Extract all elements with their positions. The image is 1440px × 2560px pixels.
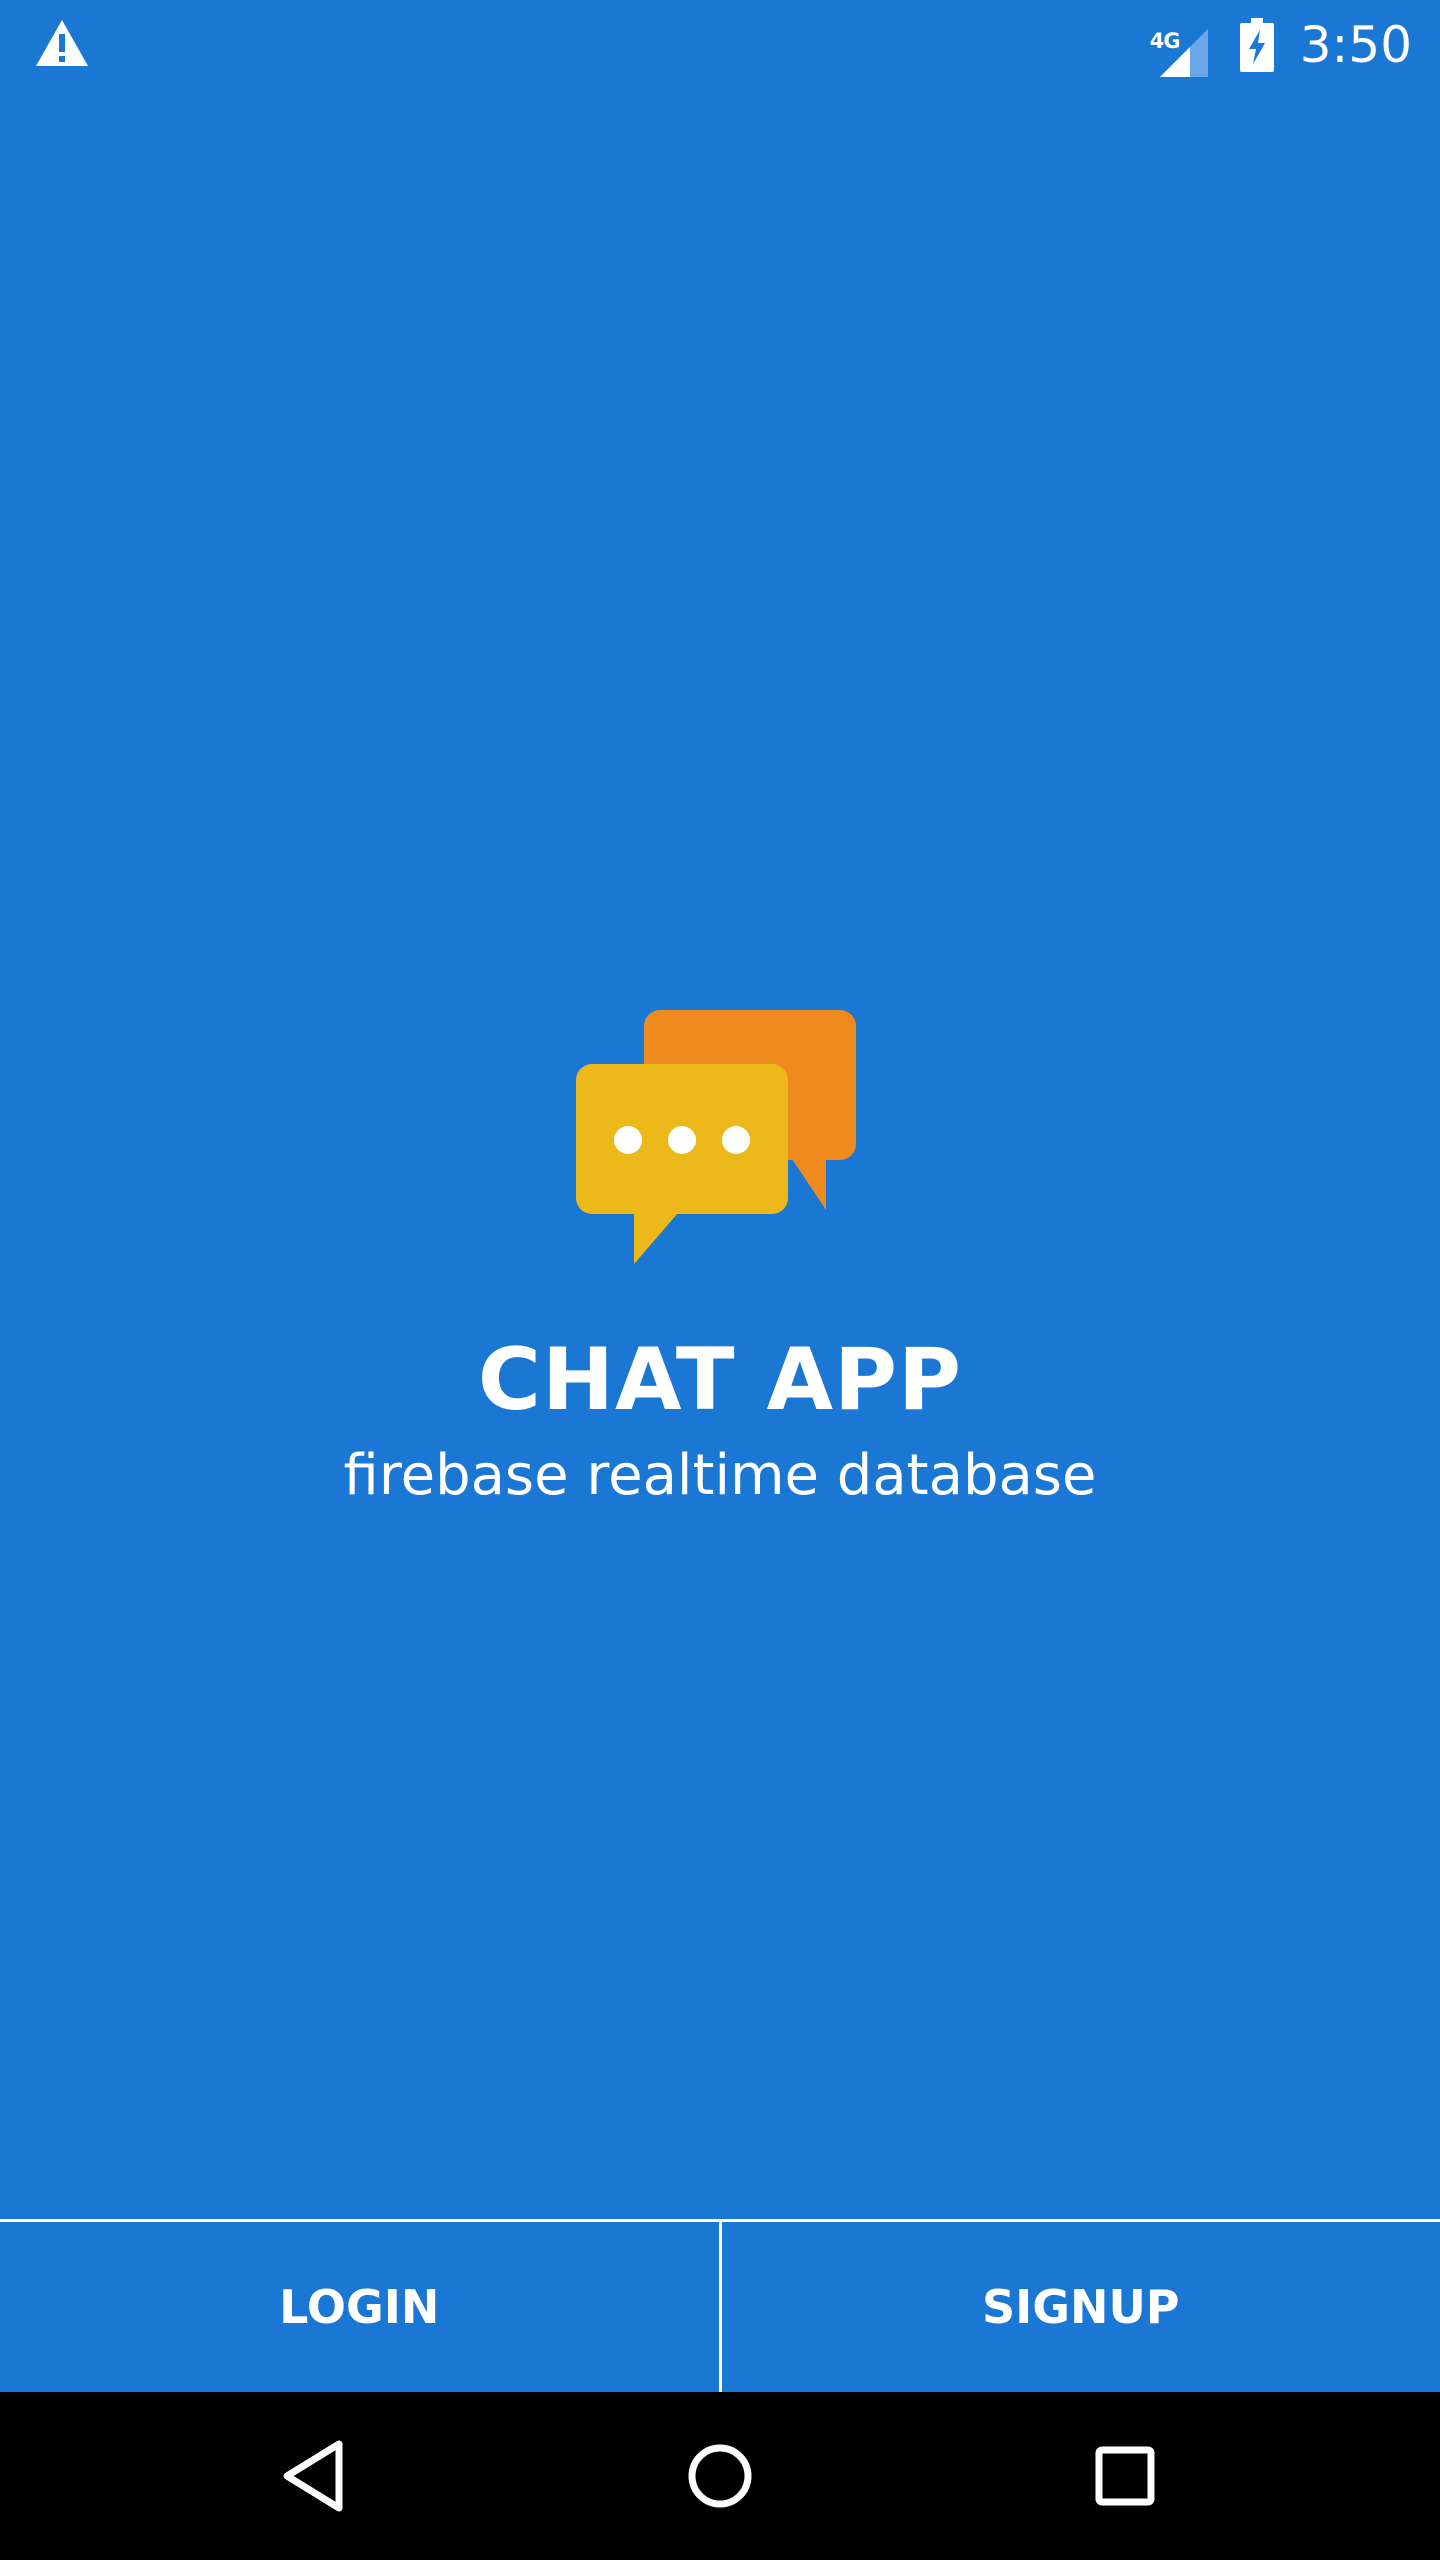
signal-icon [1159, 29, 1208, 77]
status-bar: 4G 3:50 [0, 0, 1440, 96]
app-subtitle: firebase realtime database [343, 1443, 1097, 1508]
app-title: CHAT APP [477, 1330, 963, 1430]
back-icon[interactable] [265, 2426, 365, 2526]
recents-icon[interactable] [1075, 2426, 1175, 2526]
navigation-bar [0, 2392, 1440, 2560]
login-button[interactable]: LOGIN [0, 2222, 719, 2392]
signup-button[interactable]: SIGNUP [722, 2222, 1440, 2392]
action-button-bar: LOGIN SIGNUP [0, 2222, 1440, 2392]
network-indicator: 4G [1150, 13, 1212, 77]
status-time: 3:50 [1299, 16, 1412, 74]
status-icons: 4G 3:50 [1150, 0, 1412, 90]
home-icon[interactable] [670, 2426, 770, 2526]
splash-screen: 4G 3:50 CHAT APP firebase realtime datab… [0, 0, 1440, 2560]
battery-charging-icon [1239, 18, 1274, 72]
chat-bubbles-icon [576, 1010, 856, 1264]
warning-icon [36, 20, 88, 66]
